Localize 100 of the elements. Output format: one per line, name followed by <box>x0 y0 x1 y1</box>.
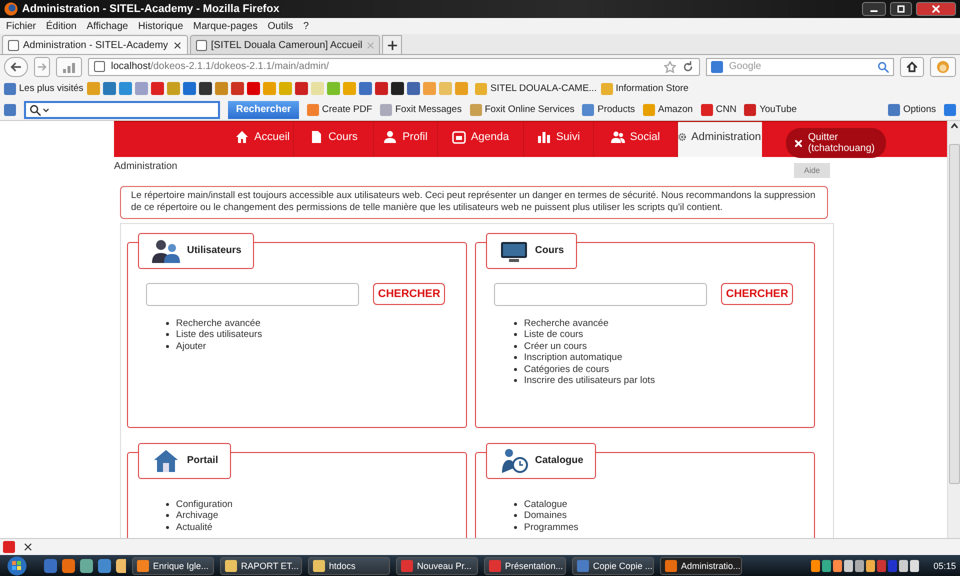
quit-button[interactable]: Quitter (tchatchouang) <box>786 128 886 158</box>
ask-search-field[interactable] <box>24 100 220 118</box>
face-icon <box>936 60 950 74</box>
panel-link[interactable]: Catalogue <box>524 498 568 510</box>
toolbar-item[interactable]: Foxit Online Services <box>470 104 574 116</box>
bullet-icon <box>166 526 169 529</box>
panel-link[interactable]: Recherche avancée <box>524 318 608 330</box>
menu-item[interactable]: Affichage <box>86 20 128 32</box>
browser-tab[interactable]: Administration - SITEL-Academy <box>2 35 188 54</box>
users-icon <box>151 238 181 264</box>
panel-title: Catalogue <box>535 455 584 466</box>
calendar-icon <box>452 130 466 144</box>
panel-link[interactable]: Programmes <box>524 522 578 534</box>
nav-tab[interactable]: Suivi <box>524 122 594 157</box>
taskbar-button[interactable]: Présentation... <box>484 556 566 574</box>
toolbar-item[interactable]: YouTube <box>744 104 797 116</box>
home-button[interactable] <box>900 56 924 76</box>
maximize-button[interactable] <box>890 2 912 16</box>
firefox-icon <box>4 2 18 16</box>
menu-item[interactable]: Marque-pages <box>193 20 258 32</box>
minimize-button[interactable] <box>862 2 886 16</box>
search-field[interactable] <box>146 282 359 306</box>
search-icon <box>29 104 41 116</box>
options-button[interactable]: Options <box>888 104 936 116</box>
taskbar-button[interactable]: Administratio... <box>660 556 742 574</box>
window-title: Administration - SITEL-Academy - Mozilla Firefox <box>22 3 280 15</box>
bullet-icon <box>514 344 517 348</box>
nav-tab[interactable]: Agenda <box>438 122 524 157</box>
panel-link[interactable]: Archivage <box>176 510 218 522</box>
search-engine-icon[interactable] <box>711 60 723 72</box>
search-button[interactable]: CHERCHER <box>721 283 794 306</box>
search-button[interactable]: Rechercher <box>228 100 300 118</box>
back-button[interactable] <box>4 56 28 76</box>
panel-link[interactable]: Ajouter <box>176 340 206 352</box>
toolbar-item[interactable]: CNN <box>700 104 736 116</box>
taskbar-button[interactable]: Enrique Igle... <box>132 556 214 574</box>
bookmark-link[interactable]: Information Store <box>600 82 689 94</box>
close-button[interactable] <box>916 2 956 16</box>
bullet-icon <box>166 344 169 348</box>
close-icon[interactable] <box>23 542 33 552</box>
scrollbar[interactable] <box>947 121 960 538</box>
menu-item[interactable]: ? <box>303 20 309 32</box>
bar-chart-icon <box>537 130 552 144</box>
bullet-icon <box>514 322 517 325</box>
search-box[interactable]: Google <box>706 58 894 76</box>
toolbar-item[interactable]: Create PDF <box>307 104 372 116</box>
forward-arrow-icon <box>37 62 47 72</box>
menu-item[interactable]: Outils <box>268 20 294 32</box>
bullet-icon <box>514 379 517 382</box>
close-icon[interactable] <box>173 40 182 50</box>
taskbar-button[interactable]: htdocs <box>308 556 390 574</box>
nav-tab[interactable]: Administration <box>678 122 762 157</box>
signal-icon <box>62 60 76 72</box>
panel-link[interactable]: Créer un cours <box>524 340 587 352</box>
nav-tab[interactable]: Profil <box>374 122 438 157</box>
panel-link[interactable]: Recherche avancée <box>176 318 260 330</box>
reload-icon[interactable] <box>682 60 694 72</box>
panel-title: Cours <box>535 245 564 256</box>
toolbar-item[interactable]: Amazon <box>642 104 693 116</box>
bookmark-link[interactable]: Les plus visités <box>4 82 84 94</box>
plus-icon <box>386 40 398 50</box>
nav-tab[interactable]: Cours <box>294 122 374 157</box>
browser-tab[interactable]: [SITEL Douala Cameroun] Accueil <box>190 35 380 54</box>
bullet-icon <box>514 526 517 529</box>
panel-link[interactable]: Liste des utilisateurs <box>176 329 262 341</box>
panel-link[interactable]: Domaines <box>524 510 567 522</box>
panel-link[interactable]: Inscription automatique <box>524 352 622 364</box>
star-icon[interactable] <box>664 60 676 72</box>
panel-link[interactable]: Inscrire des utilisateurs par lots <box>524 375 655 387</box>
bullet-icon <box>514 502 517 506</box>
search-button[interactable]: CHERCHER <box>373 283 446 306</box>
new-tab-button[interactable] <box>382 35 402 54</box>
menu-item[interactable]: Historique <box>138 20 184 32</box>
search-icon[interactable] <box>877 60 889 72</box>
panel-link[interactable]: Actualité <box>176 522 212 534</box>
document-icon <box>309 130 324 144</box>
panel-link[interactable]: Catégories de cours <box>524 364 610 376</box>
back-arrow-icon <box>10 60 22 72</box>
toolbar-item[interactable]: Foxit Messages <box>380 104 462 116</box>
taskbar-button[interactable]: Nouveau Pr... <box>396 556 478 574</box>
bullet-icon <box>514 356 517 360</box>
nav-tab[interactable]: Accueil <box>232 122 294 157</box>
maximize-icon <box>896 4 906 14</box>
people-icon <box>611 130 626 144</box>
close-icon <box>931 4 941 14</box>
taskbar-button[interactable]: Copie Copie ... <box>572 556 654 574</box>
bullet-icon <box>166 502 169 506</box>
person-clock-icon <box>499 448 529 474</box>
bookmark-link[interactable]: SITEL DOUALA-CAME... <box>475 82 597 94</box>
bullet-icon <box>514 368 517 371</box>
toolbar-item[interactable]: Products <box>582 104 635 116</box>
clock: 05:15 <box>933 560 956 570</box>
address-field[interactable]: localhost/dokeos-2.1.1/dokeos-2.1.1/main/admin/ <box>88 58 700 76</box>
taskbar-button[interactable]: RAPORT ET... <box>220 556 302 574</box>
panel-link[interactable]: Liste de cours <box>524 329 584 341</box>
bullet-icon <box>166 322 169 325</box>
search-field[interactable] <box>494 282 707 306</box>
panel-link[interactable]: Configuration <box>176 498 233 510</box>
menu-item[interactable]: Fichier <box>6 20 36 32</box>
menu-item[interactable]: Édition <box>46 20 77 32</box>
